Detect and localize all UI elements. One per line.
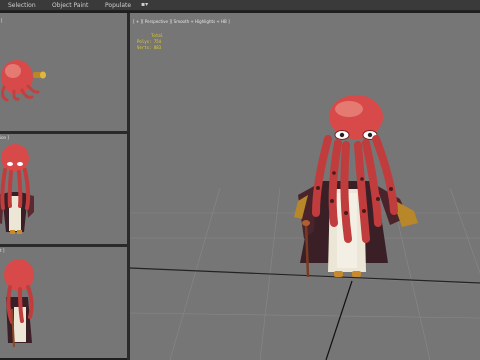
octopus-side-view <box>4 259 34 348</box>
viewport-perspective-label[interactable]: [ + ][ Perspective ][ Smooth + Highlight… <box>133 19 230 24</box>
octopus-character <box>294 95 418 278</box>
grid-axis-y <box>325 280 353 360</box>
menu-selection[interactable]: Selection <box>8 1 36 10</box>
viewport-mid-left[interactable]: ion ] <box>0 134 127 244</box>
octopus-front-view <box>0 144 34 234</box>
grid-axis-x <box>130 267 480 284</box>
viewport-top-left[interactable]: [ <box>0 13 127 131</box>
display-toggle-icon[interactable]: ▪▾ <box>141 2 153 8</box>
menu-object-paint[interactable]: Object Paint <box>52 1 88 10</box>
octopus-top-view <box>1 60 46 102</box>
stats-verts: Verts: 883 <box>137 45 162 50</box>
viewport-bottom-left[interactable]: t ] <box>0 247 127 358</box>
menu-bar: Selection Object Paint Populate ▪▾ <box>0 0 480 11</box>
perspective-scene <box>130 95 480 360</box>
viewport-perspective[interactable]: [ + ][ Perspective ][ Smooth + Highlight… <box>130 13 480 360</box>
stats-overlay: Total Polys: 754 Verts: 883 <box>137 33 163 51</box>
menu-populate[interactable]: Populate <box>105 1 131 10</box>
